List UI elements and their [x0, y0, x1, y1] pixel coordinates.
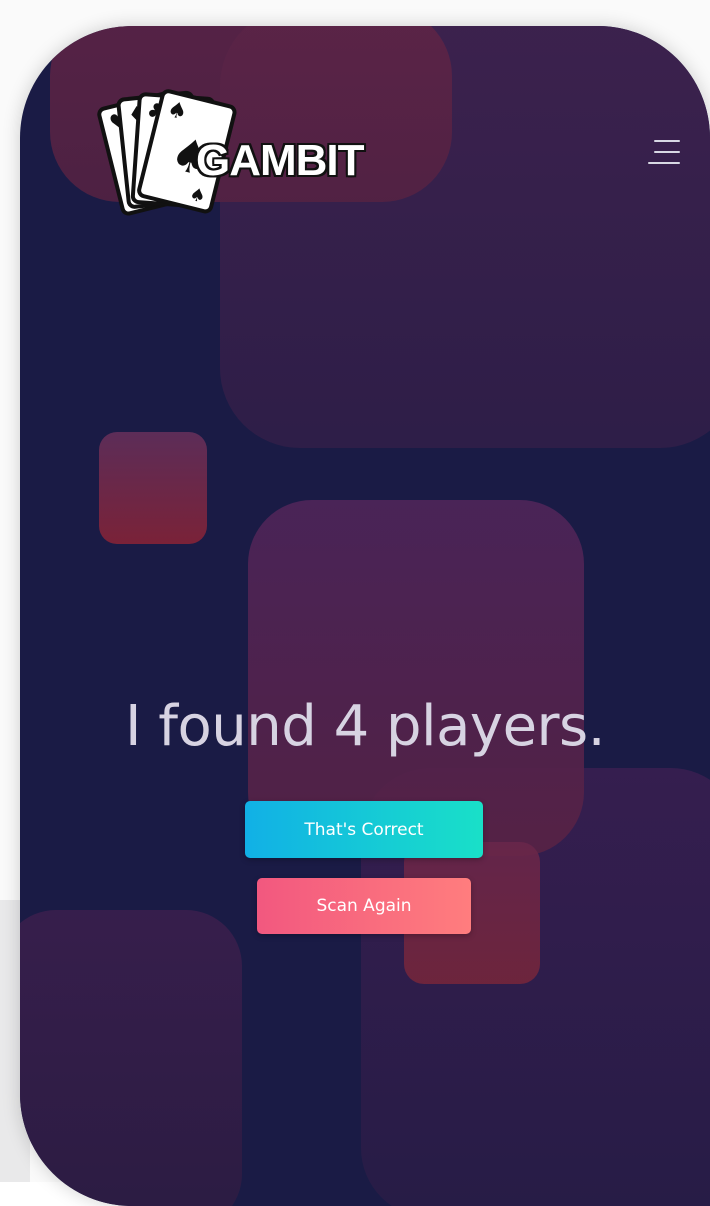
players-found-heading: I found 4 players.: [124, 694, 606, 759]
scan-again-button[interactable]: Scan Again: [257, 878, 471, 934]
app-screen: ♥ ♦ ♣ ♠ ♠ ♠ GAMBIT I found 4 players. Th…: [20, 26, 710, 1206]
brand-logo[interactable]: ♥ ♦ ♣ ♠ ♠ ♠ GAMBIT: [80, 80, 390, 230]
confirm-button[interactable]: That's Correct: [245, 801, 483, 858]
decor-square: [20, 910, 242, 1206]
decor-square: [99, 432, 207, 544]
hamburger-menu-icon[interactable]: [646, 138, 682, 168]
brand-name: GAMBIT: [196, 136, 365, 185]
